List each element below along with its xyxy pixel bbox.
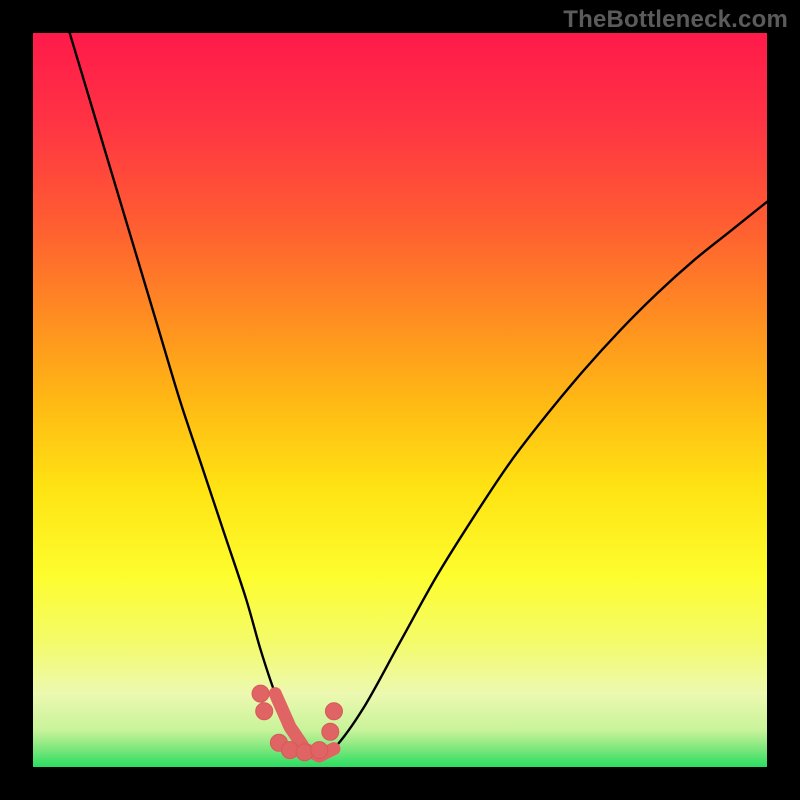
marker-dot — [311, 742, 328, 759]
plot-area — [33, 33, 767, 767]
chart-svg — [33, 33, 767, 767]
chart-frame: TheBottleneck.com — [0, 0, 800, 800]
marker-dot — [322, 723, 339, 740]
gradient-background — [33, 33, 767, 767]
marker-dot — [296, 744, 313, 761]
marker-dot — [325, 703, 342, 720]
marker-dot — [252, 685, 269, 702]
marker-dot — [281, 742, 298, 759]
marker-dot — [256, 703, 273, 720]
watermark-text: TheBottleneck.com — [563, 6, 788, 34]
